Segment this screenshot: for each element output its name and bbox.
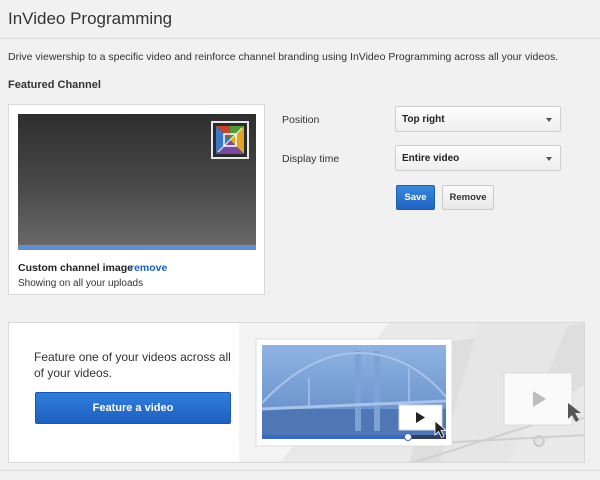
title-divider <box>0 38 600 39</box>
featured-channel-heading: Featured Channel <box>8 79 101 91</box>
channel-logo-icon <box>211 121 249 159</box>
save-button[interactable]: Save <box>396 185 435 210</box>
video-progress-bar <box>18 245 256 250</box>
remove-button[interactable]: Remove <box>442 185 494 210</box>
dropdown-caret-icon <box>546 118 552 122</box>
bottom-divider <box>0 470 600 471</box>
page-title: InVideo Programming <box>8 9 173 28</box>
position-value: Top right <box>402 114 445 125</box>
position-dropdown[interactable]: Top right <box>395 106 561 132</box>
feature-video-promo-card: Feature one of your videos across all of… <box>8 322 585 463</box>
display-time-value: Entire video <box>402 153 460 164</box>
uploads-note: Showing on all your uploads <box>18 278 144 289</box>
remove-channel-image-link[interactable]: remove <box>130 262 167 274</box>
page-description: Drive viewership to a specific video and… <box>8 51 559 63</box>
display-time-dropdown[interactable]: Entire video <box>395 145 561 171</box>
position-label: Position <box>282 114 320 126</box>
feature-video-promo-text: Feature one of your videos across all of… <box>34 350 231 380</box>
display-time-label: Display time <box>282 153 340 165</box>
feature-video-button[interactable]: Feature a video <box>35 392 231 424</box>
channel-preview-card: Custom channel image remove Showing on a… <box>8 104 265 295</box>
channel-image-label: Custom channel image <box>18 262 133 274</box>
video-preview <box>18 114 256 250</box>
dropdown-caret-icon <box>546 157 552 161</box>
promo-illustration <box>239 323 584 462</box>
